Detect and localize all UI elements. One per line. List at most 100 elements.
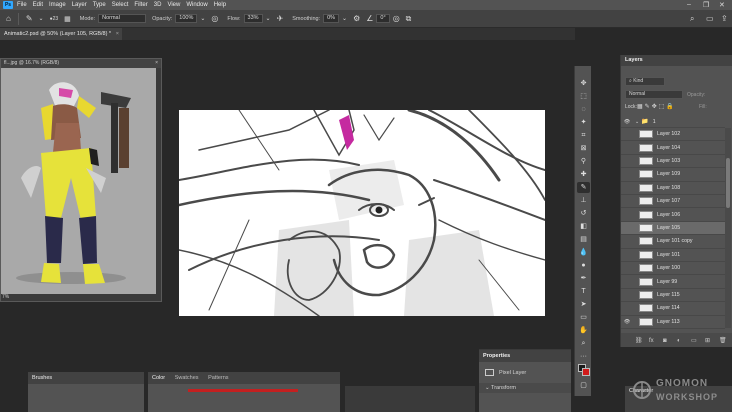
document-tab[interactable]: Animatic2.psd @ 50% (Layer 105, RGB/8) *… <box>0 28 122 40</box>
marquee-tool-icon[interactable]: ⬚ <box>577 91 590 102</box>
history-brush-tool-icon[interactable]: ↺ <box>577 208 590 219</box>
layer-row[interactable]: Layer 109 <box>621 168 725 182</box>
brush-size-picker[interactable]: ●23 <box>50 16 59 22</box>
dodge-tool-icon[interactable]: ● <box>577 260 590 271</box>
airbrush-icon[interactable]: ✈ <box>277 14 284 23</box>
share-icon[interactable]: ⇪ <box>721 14 728 23</box>
crop-tool-icon[interactable]: ⌗ <box>577 130 590 141</box>
angle-input[interactable]: 0° <box>376 14 390 23</box>
clone-stamp-tool-icon[interactable]: ⊥ <box>577 195 590 206</box>
eraser-tool-icon[interactable]: ◧ <box>577 221 590 232</box>
rectangle-tool-icon[interactable]: ▭ <box>577 312 590 323</box>
layer-row[interactable]: Layer 101 copy <box>621 235 725 249</box>
symmetry-icon[interactable]: ⧉ <box>406 14 412 24</box>
type-tool-icon[interactable]: T <box>577 286 590 297</box>
gear-icon[interactable]: ⚙ <box>353 14 360 23</box>
layers-scrollbar[interactable] <box>725 128 731 328</box>
layer-group-row[interactable]: 👁 ⌄ 📁 1 <box>621 116 725 128</box>
lasso-tool-icon[interactable]: ◌ <box>577 104 590 115</box>
menu-filter[interactable]: Filter <box>134 2 147 8</box>
menu-view[interactable]: View <box>167 2 180 8</box>
reference-window-title-bar[interactable]: fl...jpg @ 16.7% (RGB/8) × <box>1 59 161 68</box>
layer-row[interactable]: Layer 99 <box>621 275 725 289</box>
layer-row[interactable]: 👁 Layer 113 <box>621 316 725 329</box>
mode-select[interactable]: Normal <box>98 14 147 23</box>
close-icon[interactable]: × <box>155 59 158 68</box>
maximize-icon[interactable]: ❐ <box>703 1 709 9</box>
layer-row[interactable]: Layer 100 <box>621 262 725 276</box>
layer-row[interactable]: Layer 114 <box>621 302 725 316</box>
blur-tool-icon[interactable]: 💧 <box>577 247 590 258</box>
layer-row[interactable]: Layer 108 <box>621 182 725 195</box>
frame-tool-icon[interactable]: ⊠ <box>577 143 590 154</box>
home-icon[interactable]: ⌂ <box>6 14 11 23</box>
healing-brush-tool-icon[interactable]: ✚ <box>577 169 590 180</box>
brush-tool-preset-icon[interactable]: ✎ <box>26 14 33 23</box>
document-canvas[interactable] <box>179 110 545 316</box>
visibility-eye-icon[interactable]: 👁 <box>621 319 633 325</box>
zoom-tool-icon[interactable]: ⌕ <box>577 338 590 349</box>
gradient-tool-icon[interactable]: ▤ <box>577 234 590 245</box>
color-hue-slider[interactable] <box>188 389 298 392</box>
tab-color[interactable]: Color <box>152 375 165 381</box>
menu-file[interactable]: File <box>17 2 27 8</box>
quick-select-tool-icon[interactable]: ✦ <box>577 117 590 128</box>
move-tool-icon[interactable]: ✥ <box>577 78 590 89</box>
transform-section[interactable]: ⌄ Transform <box>479 383 571 393</box>
smoothing-input[interactable]: 0% <box>323 14 340 23</box>
search-icon[interactable]: ⌕ <box>690 14 694 24</box>
lock-icons[interactable]: ▦✎✥⬚🔒 <box>637 103 676 110</box>
hand-tool-icon[interactable]: ✋ <box>577 325 590 336</box>
flow-input[interactable]: 33% <box>243 14 263 23</box>
more-tools-icon[interactable]: ··· <box>577 351 590 362</box>
fx-icon[interactable]: fx <box>649 338 654 344</box>
folder-icon[interactable]: ▭ <box>691 337 697 344</box>
workspace-icon[interactable]: ▭ <box>706 14 714 23</box>
link-icon[interactable]: ⛓ <box>635 337 643 344</box>
tab-patterns[interactable]: Patterns <box>208 375 228 381</box>
adjustment-icon[interactable]: ◐ <box>677 338 681 344</box>
layer-blend-mode-select[interactable]: Normal <box>625 90 683 99</box>
close-tab-icon[interactable]: × <box>116 28 119 40</box>
reference-image-window[interactable]: fl...jpg @ 16.7% (RGB/8) × 7% <box>0 58 162 302</box>
menu-edit[interactable]: Edit <box>33 2 43 8</box>
mask-icon[interactable]: ◙ <box>663 338 667 344</box>
brushes-tab[interactable]: Brushes <box>32 375 52 381</box>
layer-row[interactable]: Layer 107 <box>621 195 725 209</box>
layer-row[interactable]: Layer 115 <box>621 289 725 303</box>
chevron-down-icon[interactable]: ⌄ <box>342 15 347 22</box>
layer-row[interactable]: Layer 104 <box>621 141 725 155</box>
layer-row[interactable]: Layer 101 <box>621 249 725 262</box>
layer-row[interactable]: Layer 105 <box>621 221 725 236</box>
menu-layer[interactable]: Layer <box>72 2 87 8</box>
pen-tool-icon[interactable]: ✒ <box>577 273 590 284</box>
menu-image[interactable]: Image <box>49 2 66 8</box>
layer-filter-select[interactable]: ⌕ Kind <box>625 77 665 86</box>
background-color-swatch[interactable] <box>582 368 590 376</box>
pressure-size-icon[interactable]: ◎ <box>393 14 400 23</box>
minimize-icon[interactable]: – <box>687 1 691 8</box>
menu-window[interactable]: Window <box>186 2 207 8</box>
eyedropper-tool-icon[interactable]: ⚲ <box>577 156 590 167</box>
path-select-tool-icon[interactable]: ➤ <box>577 299 590 310</box>
tab-swatches[interactable]: Swatches <box>175 375 199 381</box>
chevron-down-icon[interactable]: ⌄ <box>266 15 271 22</box>
brush-tool-icon[interactable]: ✎ <box>577 182 590 193</box>
new-layer-icon[interactable]: ⊞ <box>705 337 710 344</box>
menu-3d[interactable]: 3D <box>154 2 162 8</box>
layer-row[interactable]: Layer 106 <box>621 208 725 222</box>
pressure-opacity-icon[interactable]: ◎ <box>211 14 218 23</box>
opacity-input[interactable]: 100% <box>175 14 198 23</box>
layer-row[interactable]: Layer 102 <box>621 128 725 142</box>
visibility-eye-icon[interactable]: 👁 <box>621 119 633 125</box>
chevron-down-icon[interactable]: ⌄ <box>635 119 639 125</box>
screen-mode-icon[interactable]: ▢ <box>577 380 590 391</box>
trash-icon[interactable]: 🗑 <box>719 337 727 344</box>
menu-type[interactable]: Type <box>93 2 106 8</box>
chevron-down-icon[interactable]: ⌄ <box>200 15 205 22</box>
chevron-down-icon[interactable]: ⌄ <box>39 15 44 22</box>
brush-settings-icon[interactable]: ▦ <box>64 15 71 23</box>
menu-select[interactable]: Select <box>112 2 129 8</box>
menu-help[interactable]: Help <box>214 2 226 8</box>
scrollbar-thumb[interactable] <box>726 158 730 208</box>
